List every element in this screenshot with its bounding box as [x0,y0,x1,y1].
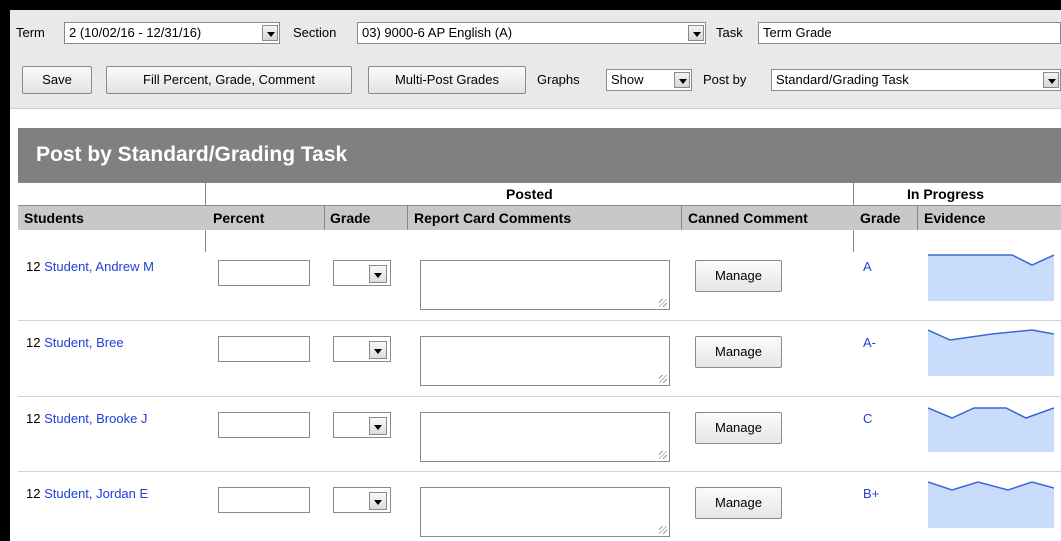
chevron-down-icon [369,341,387,359]
col-evidence: Evidence [924,210,986,226]
manage-button[interactable]: Manage [695,487,782,519]
chevron-down-icon [369,265,387,283]
report-card-comment-textarea[interactable] [420,260,670,310]
posted-group-header: Posted [506,186,553,202]
report-card-comment-textarea[interactable] [420,487,670,537]
term-value: 2 (10/02/16 - 12/31/16) [69,25,202,40]
grade-select[interactable] [333,412,391,438]
save-button[interactable]: Save [22,66,92,94]
student-link[interactable]: Student, Andrew M [44,259,154,274]
student-cell: 12 Student, Andrew M [26,259,154,274]
percent-input[interactable] [218,412,310,438]
student-link[interactable]: Student, Jordan E [44,486,148,501]
in-progress-grade[interactable]: C [863,411,872,427]
in-progress-group-header: In Progress [907,186,985,202]
col-grade: Grade [330,210,371,226]
grade-book-window: Term 2 (10/02/16 - 12/31/16) Section 03)… [10,10,1061,541]
graphs-value: Show [611,72,644,87]
column-divider [681,206,682,230]
grade-select[interactable] [333,336,391,362]
task-field[interactable]: Term Grade [758,22,1061,44]
in-progress-grade[interactable]: B+ [863,486,879,502]
post-by-value: Standard/Grading Task [776,72,909,87]
student-link[interactable]: Student, Bree [44,335,124,350]
term-select[interactable]: 2 (10/02/16 - 12/31/16) [64,22,280,44]
task-label: Task [716,25,743,40]
multi-post-grades-button[interactable]: Multi-Post Grades [368,66,526,94]
toolbar: Term 2 (10/02/16 - 12/31/16) Section 03)… [10,10,1061,109]
term-label: Term [16,25,45,40]
section-select[interactable]: 03) 9000-6 AP English (A) [357,22,706,44]
report-card-comment-textarea[interactable] [420,336,670,386]
manage-button[interactable]: Manage [695,260,782,292]
evidence-sparkline [928,407,1054,452]
percent-input[interactable] [218,336,310,362]
section-label: Section [293,25,337,40]
section-value: 03) 9000-6 AP English (A) [362,25,513,40]
student-cell: 12 Student, Brooke J [26,411,148,426]
fill-percent-grade-comment-button[interactable]: Fill Percent, Grade, Comment [106,66,352,94]
post-by-label: Post by [703,72,747,87]
col-canned-comment: Canned Comment [688,210,808,226]
chevron-down-icon [1043,72,1059,88]
student-link[interactable]: Student, Brooke J [44,411,147,426]
chevron-down-icon [369,417,387,435]
manage-button[interactable]: Manage [695,336,782,368]
row-divider [18,471,1061,472]
column-divider [324,206,325,230]
chevron-down-icon [674,72,690,88]
evidence-sparkline [928,254,1054,301]
page-title: Post by Standard/Grading Task [18,128,1061,182]
col-in-progress-grade: Grade [860,210,901,226]
row-divider [18,320,1061,321]
chevron-down-icon [369,492,387,510]
graphs-select[interactable]: Show [606,69,692,91]
column-divider [917,206,918,230]
evidence-sparkline [928,329,1054,376]
chevron-down-icon [262,25,278,41]
in-progress-grade[interactable]: A- [863,335,876,351]
report-card-comment-textarea[interactable] [420,412,670,462]
col-report-card-comments: Report Card Comments [414,210,572,226]
student-cell: 12 Student, Jordan E [26,486,149,501]
post-by-select[interactable]: Standard/Grading Task [771,69,1061,91]
grade-select[interactable] [333,260,391,286]
percent-input[interactable] [218,260,310,286]
col-percent: Percent [213,210,265,226]
student-cell: 12 Student, Bree [26,335,124,350]
evidence-sparkline [928,481,1054,528]
in-progress-grade[interactable]: A [863,259,872,275]
percent-input[interactable] [218,487,310,513]
row-divider [18,396,1061,397]
grade-select[interactable] [333,487,391,513]
manage-button[interactable]: Manage [695,412,782,444]
column-divider [407,206,408,230]
graphs-label: Graphs [537,72,580,87]
task-value: Term Grade [763,25,832,40]
chevron-down-icon [688,25,704,41]
col-students: Students [24,210,84,226]
